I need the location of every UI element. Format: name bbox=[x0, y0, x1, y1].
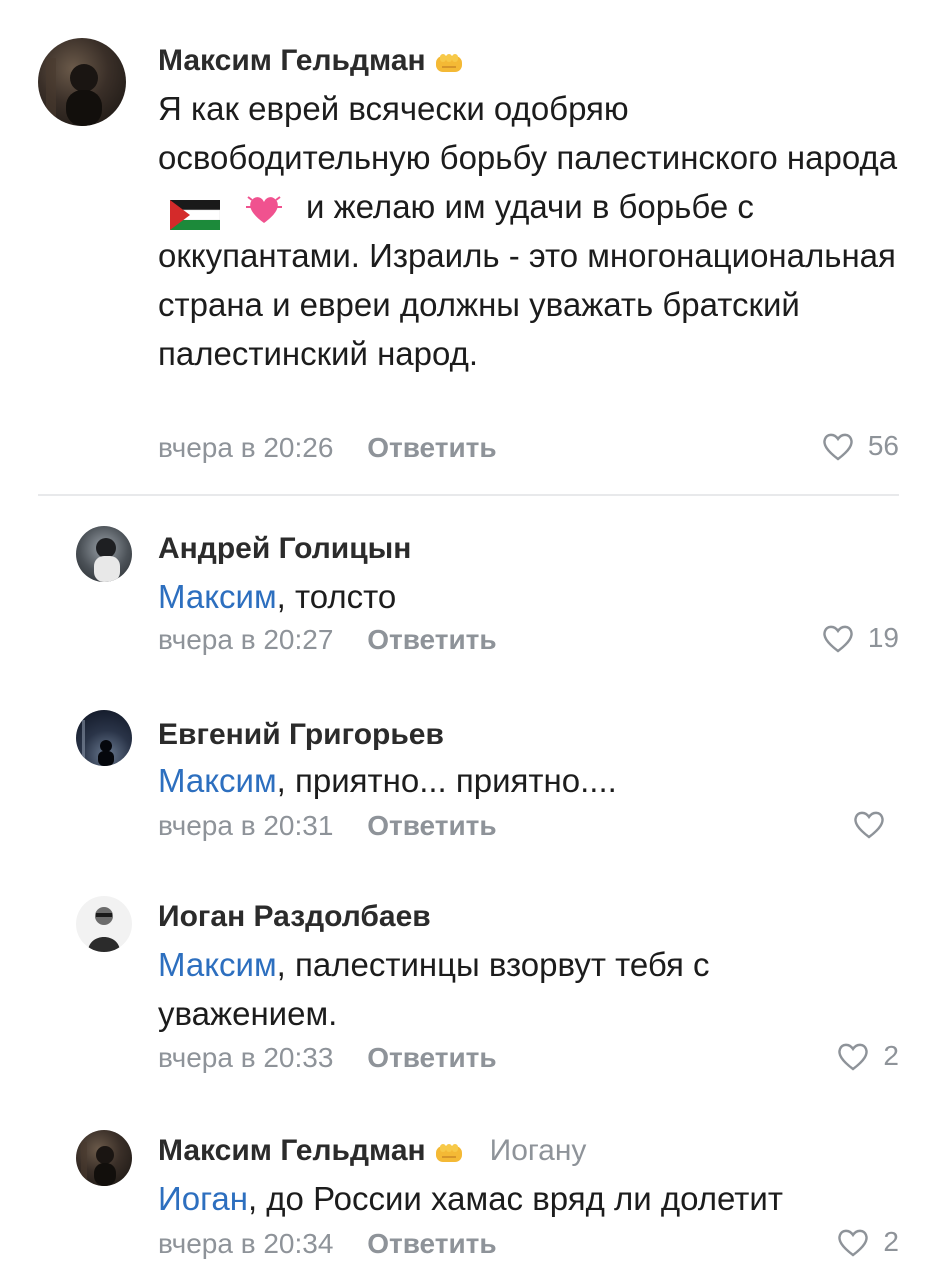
comment-meta: вчера в 20:27 Ответить bbox=[158, 624, 497, 656]
mention-link[interactable]: Максим bbox=[158, 946, 277, 983]
avatar[interactable] bbox=[76, 710, 132, 766]
fist-emoji-icon bbox=[434, 1139, 466, 1163]
like-button[interactable]: 19 bbox=[820, 622, 899, 654]
like-count: 56 bbox=[867, 430, 899, 461]
author-name[interactable]: Андрей Голицын bbox=[158, 532, 411, 566]
reply-button[interactable]: Ответить bbox=[367, 810, 496, 841]
author-name[interactable]: Евгений Григорьев bbox=[158, 718, 444, 752]
timestamp: вчера в 20:34 bbox=[158, 1228, 334, 1259]
author-name[interactable]: Максим Гельдман bbox=[158, 44, 466, 78]
like-count: 2 bbox=[883, 1226, 899, 1257]
comment-text: Я как еврей всячески одобряю освободител… bbox=[158, 90, 898, 372]
like-button[interactable]: 56 bbox=[820, 430, 899, 462]
reply-button[interactable]: Ответить bbox=[367, 624, 496, 655]
heart-outline-icon bbox=[823, 625, 853, 653]
timestamp: вчера в 20:26 bbox=[158, 432, 334, 463]
comment-meta: вчера в 20:34 Ответить bbox=[158, 1228, 497, 1260]
avatar[interactable] bbox=[76, 896, 132, 952]
avatar[interactable] bbox=[76, 1130, 132, 1186]
mention-link[interactable]: Иоган bbox=[158, 1180, 248, 1217]
pink-heart-emoji bbox=[244, 189, 284, 229]
heart-outline-icon bbox=[838, 1043, 869, 1071]
like-button[interactable]: 2 bbox=[835, 1226, 899, 1258]
heart-outline-icon bbox=[823, 433, 853, 461]
fist-emoji-icon bbox=[434, 49, 466, 73]
comment-text: Иоган, до России хамас вряд ли долетит bbox=[158, 1180, 783, 1217]
avatar[interactable] bbox=[38, 38, 126, 126]
reply-button[interactable]: Ответить bbox=[367, 1042, 496, 1073]
mention-link[interactable]: Максим bbox=[158, 578, 277, 615]
palestine-flag-emoji bbox=[169, 194, 221, 231]
timestamp: вчера в 20:33 bbox=[158, 1042, 334, 1073]
author-name[interactable]: Иоган Раздолбаев bbox=[158, 900, 431, 934]
reply-to-label[interactable]: Иогану bbox=[490, 1134, 587, 1168]
timestamp: вчера в 20:27 bbox=[158, 624, 334, 655]
comment-text: Максим, приятно... приятно.... bbox=[158, 762, 617, 799]
comment-text: Максим, толсто bbox=[158, 578, 397, 615]
comment-meta: вчера в 20:31 Ответить bbox=[158, 810, 497, 842]
timestamp: вчера в 20:31 bbox=[158, 810, 334, 841]
mention-link[interactable]: Максим bbox=[158, 762, 277, 799]
like-button[interactable]: 2 bbox=[835, 1040, 899, 1072]
like-count: 2 bbox=[883, 1040, 899, 1071]
avatar[interactable] bbox=[76, 526, 132, 582]
like-count: 19 bbox=[867, 622, 899, 653]
heart-outline-icon bbox=[838, 1229, 869, 1257]
comment-text: Максим, палестинцы взорвут тебя с уважен… bbox=[158, 946, 710, 1032]
divider bbox=[38, 494, 899, 496]
author-name[interactable]: Максим Гельдман Иогану bbox=[158, 1134, 586, 1168]
heart-outline-icon bbox=[854, 811, 884, 839]
reply-button[interactable]: Ответить bbox=[367, 432, 496, 463]
reply-button[interactable]: Ответить bbox=[367, 1228, 496, 1259]
comment-meta: вчера в 20:33 Ответить bbox=[158, 1042, 497, 1074]
comment-meta: вчера в 20:26 Ответить bbox=[158, 432, 497, 464]
like-button[interactable] bbox=[851, 808, 899, 840]
